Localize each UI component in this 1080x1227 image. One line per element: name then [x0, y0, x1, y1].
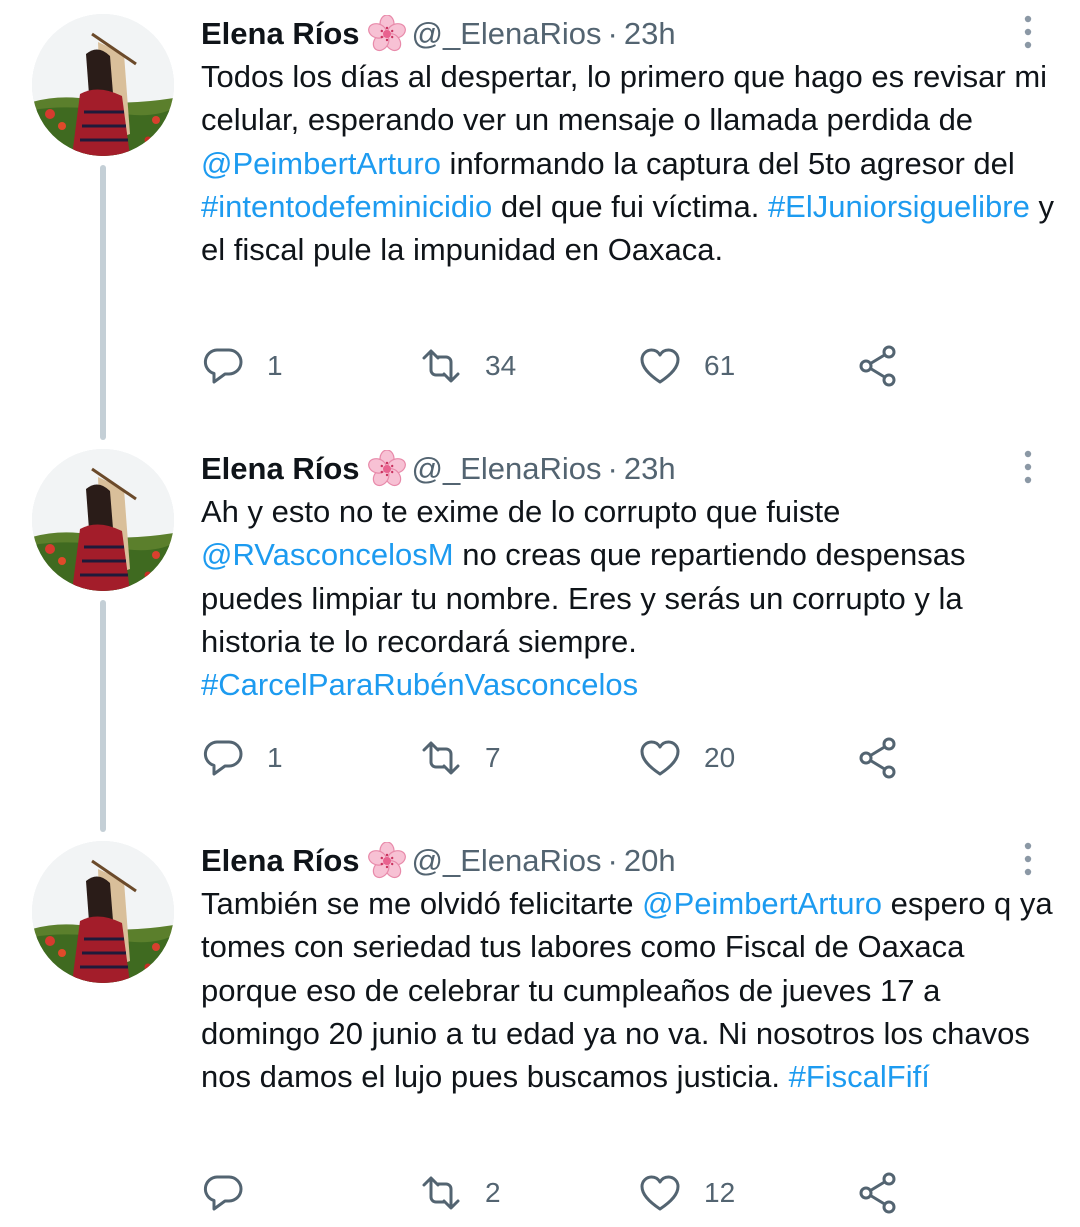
- tweet-text: También se me olvidó felicitarte @Peimbe…: [201, 882, 1061, 1098]
- like-button[interactable]: 61: [638, 344, 735, 388]
- reply-count: 1: [267, 742, 283, 773]
- tweet-text-segment: También se me olvidó felicitarte: [201, 886, 643, 921]
- like-button[interactable]: 12: [638, 1171, 735, 1215]
- tweet-text-segment: del que fui víctima.: [492, 188, 768, 224]
- hashtag-link[interactable]: #FiscalFifí: [789, 1059, 930, 1094]
- share-icon: [857, 1171, 901, 1215]
- cherry-blossom-icon: [367, 449, 406, 488]
- timestamp[interactable]: 23h: [624, 451, 676, 487]
- avatar[interactable]: [32, 14, 174, 156]
- heart-icon: [638, 736, 682, 780]
- reply-button[interactable]: 1: [201, 344, 283, 388]
- mention-link[interactable]: @RVasconcelosM: [201, 537, 454, 572]
- author-name[interactable]: Elena Ríos: [201, 451, 360, 487]
- more-vertical-icon[interactable]: [1018, 14, 1038, 50]
- more-vertical-icon[interactable]: [1018, 449, 1038, 485]
- separator: ·: [607, 451, 618, 486]
- like-button[interactable]: 20: [638, 736, 735, 780]
- author-handle[interactable]: @_ElenaRios: [412, 16, 602, 52]
- retweet-count: 7: [485, 742, 501, 773]
- separator: ·: [607, 843, 618, 878]
- reply-button[interactable]: [201, 1171, 267, 1215]
- retweet-icon: [419, 1171, 463, 1215]
- tweet-text: Ah y esto no te exime de lo corrupto que…: [201, 490, 1061, 706]
- timestamp[interactable]: 23h: [624, 16, 676, 52]
- share-icon: [857, 344, 901, 388]
- tweet-text-segment: Todos los días al despertar, lo primero …: [201, 59, 1056, 138]
- tweet-actions: 2 12: [201, 1171, 921, 1215]
- like-count: 12: [704, 1177, 736, 1208]
- tweet-actions: 1 7 20: [201, 736, 921, 780]
- tweet[interactable]: Elena Ríos @_ElenaRios · 23h Todos los d…: [0, 14, 1080, 414]
- timestamp[interactable]: 20h: [624, 843, 676, 879]
- like-count: 61: [704, 350, 736, 381]
- tweet-text-segment: informando la captura del 5to agresor de…: [440, 145, 1024, 181]
- avatar[interactable]: [32, 841, 174, 983]
- retweet-button[interactable]: 2: [419, 1171, 501, 1215]
- author-name[interactable]: Elena Ríos: [201, 843, 360, 879]
- hashtag-link[interactable]: #intentodefeminicidio: [201, 189, 492, 224]
- tweet-header: Elena Ríos @_ElenaRios · 23h: [201, 449, 676, 489]
- reply-count: 1: [267, 350, 283, 381]
- retweet-icon: [419, 736, 463, 780]
- retweet-count: 34: [485, 350, 517, 381]
- reply-icon: [201, 344, 245, 388]
- hashtag-link[interactable]: #ElJuniorsiguelibre: [768, 189, 1030, 224]
- share-button[interactable]: [857, 736, 901, 780]
- reply-button[interactable]: 1: [201, 736, 283, 780]
- retweet-button[interactable]: 34: [419, 344, 516, 388]
- share-button[interactable]: [857, 1171, 901, 1215]
- like-count: 20: [704, 742, 736, 773]
- reply-icon: [201, 736, 245, 780]
- hashtag-link[interactable]: #CarcelParaRubénVasconcelos: [201, 667, 638, 702]
- tweet-header: Elena Ríos @_ElenaRios · 23h: [201, 14, 676, 54]
- separator: ·: [607, 16, 618, 51]
- share-icon: [857, 736, 901, 780]
- heart-icon: [638, 344, 682, 388]
- tweet[interactable]: Elena Ríos @_ElenaRios · 23h Ah y esto n…: [0, 449, 1080, 809]
- heart-icon: [638, 1171, 682, 1215]
- cherry-blossom-icon: [367, 841, 406, 880]
- cherry-blossom-icon: [367, 14, 406, 53]
- reply-icon: [201, 1171, 245, 1215]
- retweet-icon: [419, 344, 463, 388]
- tweet-text-segment: Ah y esto no te exime de lo corrupto que…: [201, 494, 849, 529]
- mention-link[interactable]: @PeimbertArturo: [642, 886, 882, 921]
- mention-link[interactable]: @PeimbertArturo: [201, 146, 441, 181]
- tweet-text: Todos los días al despertar, lo primero …: [201, 55, 1061, 271]
- author-name[interactable]: Elena Ríos: [201, 16, 360, 52]
- tweet[interactable]: Elena Ríos @_ElenaRios · 20h También se …: [0, 841, 1080, 1227]
- share-button[interactable]: [857, 344, 901, 388]
- retweet-button[interactable]: 7: [419, 736, 501, 780]
- tweet-actions: 1 34 61: [201, 344, 921, 388]
- retweet-count: 2: [485, 1177, 501, 1208]
- author-handle[interactable]: @_ElenaRios: [412, 451, 602, 487]
- more-vertical-icon[interactable]: [1018, 841, 1038, 877]
- avatar[interactable]: [32, 449, 174, 591]
- author-handle[interactable]: @_ElenaRios: [412, 843, 602, 879]
- tweet-header: Elena Ríos @_ElenaRios · 20h: [201, 841, 676, 881]
